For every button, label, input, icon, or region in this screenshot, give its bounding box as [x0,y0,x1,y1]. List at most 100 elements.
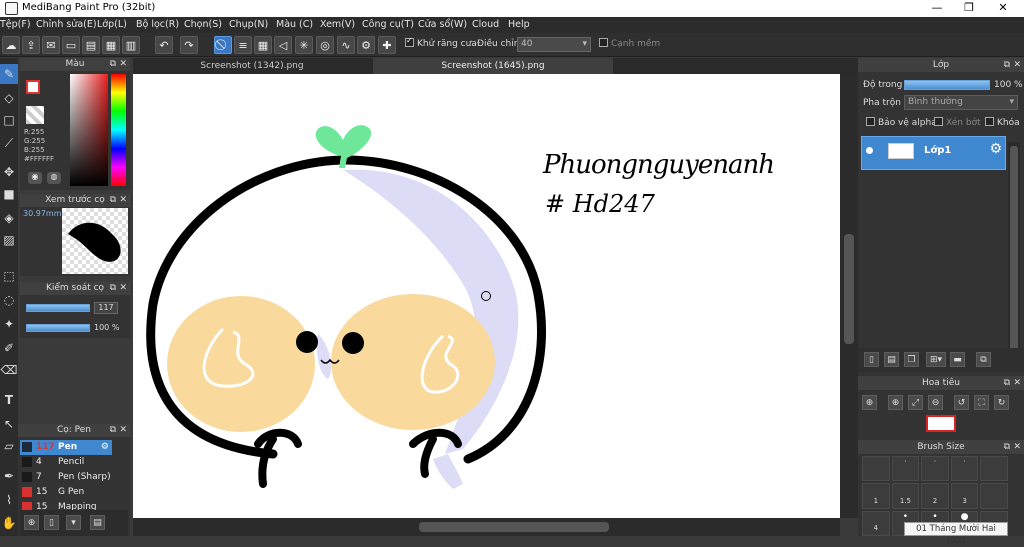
perspective-snap-icon[interactable]: ◁ [274,36,292,54]
menu-window[interactable]: Cửa sổ(W) [418,19,467,30]
cross-snap-icon[interactable]: ✚ [378,36,396,54]
redo-icon[interactable]: ↷ [180,36,198,54]
brush-menu-icon[interactable]: ▾ [66,515,81,530]
menu-cloud[interactable]: Cloud [472,19,499,30]
concentric-snap-icon[interactable]: ◎ [316,36,334,54]
brush-size-cell[interactable]: 1 [862,483,890,509]
line-tool-icon[interactable]: ⟋ [0,133,18,153]
brush-opacity-slider[interactable] [26,324,90,332]
close-icon[interactable]: ✕ [119,282,127,295]
horizontal-scroll-thumb[interactable] [419,522,609,532]
float-icon[interactable]: ⧉ [110,194,116,207]
transparent-swatch[interactable] [26,106,44,124]
zoom-out-icon[interactable]: ⊖ [928,395,943,410]
soft-edge-checkbox[interactable] [599,38,608,47]
brush-item[interactable]: 4 Pencil [20,455,112,470]
adjust-select[interactable]: 40 ▾ [517,37,591,52]
eraser-tool-icon[interactable]: ◇ [0,88,18,108]
float-icon[interactable]: ⧉ [1004,440,1010,454]
visibility-icon[interactable] [866,147,873,154]
antialias-checkbox[interactable] [405,36,414,47]
brush-size-slider[interactable] [26,304,90,312]
menu-color[interactable]: Màu (C) [276,19,313,30]
brush-tool-icon[interactable]: ✎ [0,64,18,84]
vertical-scrollbar[interactable] [840,74,858,518]
menu-tools[interactable]: Công cụ(T) [362,19,414,30]
brush-size-cell[interactable] [980,483,1008,509]
palette-icon[interactable]: ◉ [28,172,42,184]
float-icon[interactable]: ⧉ [1004,58,1010,72]
speech-bubble-icon[interactable]: ▭ [62,36,80,54]
maximize-button[interactable]: ❐ [954,1,984,14]
operation-tool-icon[interactable]: ↖ [0,414,18,434]
menu-help[interactable]: Help [508,19,530,30]
brush-size-cell[interactable]: · [891,456,920,482]
menu-view[interactable]: Xem(V) [320,19,355,30]
hand-tool-icon[interactable]: ✋ [0,513,18,533]
hue-slider[interactable] [111,74,126,186]
brush-settings-icon[interactable]: ▤ [90,515,105,530]
close-icon[interactable]: ✕ [119,424,127,437]
lock-checkbox[interactable] [985,117,994,126]
layer-row[interactable]: Lớp1 ⚙ [861,136,1006,170]
brush-size-cell[interactable] [980,456,1008,482]
brush-size-cell[interactable]: 2 [921,483,949,509]
gear-icon[interactable]: ⚙ [989,141,1002,157]
snap-off-icon[interactable]: ⃠ [214,36,232,54]
text-tool-icon[interactable]: T [0,390,18,410]
drawing-canvas[interactable]: Phuongnguyenanh # Hd247 [133,74,840,518]
divide-tool-icon[interactable]: ▱ [0,436,18,456]
lock-toggle[interactable]: Khóa [985,117,1020,128]
folder-icon[interactable]: ▬ [950,352,965,367]
rectangle-tool-icon[interactable]: □ [0,110,18,130]
radial-snap-icon[interactable]: ✳ [295,36,313,54]
copy-layer-icon[interactable]: ❐ [904,352,919,367]
merge-layer-icon[interactable]: ⧉ [976,352,991,367]
brush-item[interactable]: 15 G Pen [20,485,112,500]
menu-layer[interactable]: Lớp(L) [97,19,127,30]
undo-icon[interactable]: ↶ [155,36,173,54]
select-pen-icon[interactable]: ✐ [0,338,18,358]
cloud-icon[interactable]: ☁ [2,36,20,54]
menu-select[interactable]: Chọn(S) [184,19,222,30]
add-layer-menu-icon[interactable]: ⊞▾ [926,352,946,367]
zoom-in-alt-icon[interactable]: ⊕ [888,395,903,410]
close-icon[interactable]: ✕ [119,194,127,207]
float-icon[interactable]: ⧉ [1004,376,1010,390]
new-brush-icon[interactable]: ▯ [44,515,59,530]
brush-size-cell[interactable]: 4 [862,510,890,536]
brush-size-cell[interactable]: · [950,456,979,482]
brush-size-cell[interactable] [862,456,890,482]
parallel-snap-icon[interactable]: ≡ [234,36,252,54]
tab-screenshot-1342[interactable]: Screenshot (1342).png [133,58,371,74]
close-button[interactable]: ✕ [988,1,1018,14]
close-icon[interactable]: ✕ [1013,376,1021,390]
select-tool-icon[interactable]: ⬚ [0,266,18,286]
brush-size-value[interactable]: 117 [94,302,118,314]
soft-edge-toggle[interactable]: Cạnh mềm [599,38,660,49]
eyedropper-mini-icon[interactable]: ◍ [47,172,61,184]
fill-rect-tool-icon[interactable]: ■ [0,184,18,204]
magic-wand-icon[interactable]: ✦ [0,314,18,334]
minimize-button[interactable]: — [922,1,952,14]
zoom-in-icon[interactable]: ⊕ [862,395,877,410]
brush-size-cell[interactable]: 1.5 [891,483,920,509]
brush-item[interactable]: 117 Pen ⚙ [20,440,112,455]
grid-icon[interactable]: ▥ [122,36,140,54]
menu-file[interactable]: Tệp(F) [0,19,31,30]
page-icon[interactable]: ▤ [82,36,100,54]
rotate-left-icon[interactable]: ↺ [954,395,969,410]
eyedropper-tool-icon[interactable]: ✒ [0,466,18,486]
layer-scroll-thumb[interactable] [1010,146,1018,356]
close-icon[interactable]: ✕ [119,58,127,71]
blend-select[interactable]: Bình thường ▾ [904,95,1018,110]
snap-setting-icon[interactable]: ⚙ [357,36,375,54]
horizontal-scrollbar[interactable] [133,518,840,536]
float-icon[interactable]: ⧉ [110,58,116,71]
curve-snap-icon[interactable]: ∿ [337,36,355,54]
panels-icon[interactable]: ▦ [102,36,120,54]
brush-item[interactable]: 7 Pen (Sharp) [20,470,112,485]
menu-capture[interactable]: Chụp(N) [229,19,268,30]
antialias-toggle[interactable]: Khử răng cưa [405,36,477,49]
layer-opacity-slider[interactable] [904,80,990,90]
